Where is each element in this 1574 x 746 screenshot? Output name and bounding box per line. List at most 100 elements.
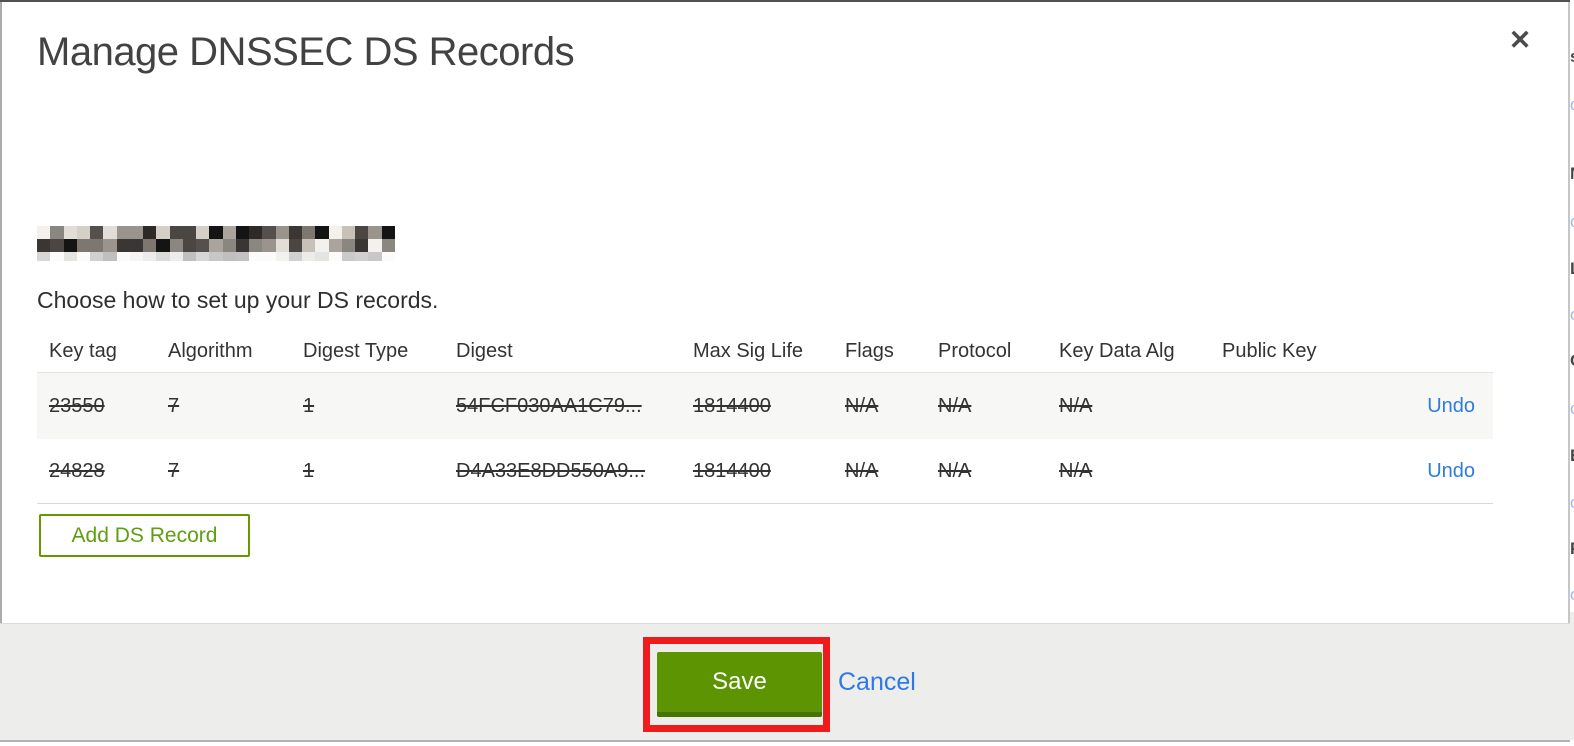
redaction-pixel: [209, 252, 223, 261]
save-button[interactable]: Save: [657, 652, 822, 717]
redaction-pixel: [156, 252, 170, 261]
cancel-link[interactable]: Cancel: [838, 668, 916, 697]
background-page-footer-sliver: [1570, 612, 1574, 740]
redaction-pixel: [315, 226, 329, 239]
redaction-pixel: [63, 239, 77, 252]
redaction-pixel: [50, 226, 64, 239]
modal-title: Manage DNSSEC DS Records: [37, 30, 575, 74]
redaction-pixel: [37, 252, 51, 261]
cell-flags: N/A: [845, 459, 879, 482]
window-left-border: [0, 2, 2, 623]
instruction-text: Choose how to set up your DS records.: [37, 287, 439, 313]
redaction-pixel: [37, 226, 51, 239]
redaction-pixel: [249, 252, 263, 261]
redaction-pixel: [116, 252, 130, 261]
redaction-pixel: [182, 239, 197, 252]
column-header-flags: Flags: [845, 339, 894, 362]
close-icon[interactable]: ✕: [1500, 22, 1540, 58]
background-text-fragment: o: [1570, 400, 1574, 417]
redaction-pixel: [341, 239, 356, 252]
redaction-pixel: [143, 239, 157, 252]
redaction-pixel: [76, 226, 91, 239]
redaction-pixel: [209, 226, 223, 239]
redaction-pixel: [368, 226, 382, 239]
column-header-digest-type: Digest Type: [303, 339, 409, 362]
redaction-pixel: [129, 252, 144, 261]
cell-digest-type: 1: [303, 394, 315, 417]
redaction-pixel: [103, 226, 117, 239]
redaction-pixel: [355, 252, 369, 261]
redaction-pixel: [196, 239, 210, 252]
redaction-pixel: [63, 226, 77, 239]
ds-records-table: Key tag Algorithm Digest Type Digest Max…: [37, 330, 1493, 504]
redaction-pixel: [143, 226, 157, 239]
background-text-fragment: E: [1570, 447, 1574, 464]
redaction-pixel: [222, 239, 236, 252]
redaction-pixel: [76, 252, 91, 261]
redaction-pixel: [50, 252, 64, 261]
cell-digest-type: 1: [303, 459, 315, 482]
undo-link[interactable]: Undo: [1427, 460, 1475, 482]
add-ds-record-button[interactable]: Add DS Record: [39, 514, 250, 557]
background-page-sliver: s d No Lo Co Eo Po: [1570, 0, 1574, 746]
cell-max-sig-life: 1814400: [693, 459, 771, 482]
background-text-fragment: P: [1570, 540, 1574, 557]
cell-algorithm: 7: [168, 394, 180, 417]
redaction-pixel: [249, 226, 263, 239]
background-text-fragment: d: [1570, 96, 1574, 113]
background-text-fragment: o: [1570, 213, 1574, 230]
redaction-pixel: [235, 226, 250, 239]
redaction-pixel: [262, 226, 276, 239]
window-top-border: [0, 0, 1574, 2]
redaction-pixel: [302, 226, 316, 239]
background-text-fragment: o: [1570, 494, 1574, 511]
redaction-pixel: [288, 226, 303, 239]
redaction-pixel: [275, 239, 289, 252]
redaction-pixel: [90, 239, 104, 252]
cell-flags: N/A: [845, 394, 879, 417]
column-header-key-tag: Key tag: [49, 339, 117, 362]
undo-link[interactable]: Undo: [1427, 395, 1475, 417]
column-header-key-data-alg: Key Data Alg: [1059, 339, 1175, 362]
redaction-pixel: [275, 252, 289, 261]
redaction-pixel: [90, 226, 104, 239]
redaction-pixel: [315, 239, 329, 252]
redaction-pixel: [63, 252, 77, 261]
background-text-fragment: N: [1570, 165, 1574, 182]
redaction-pixel: [90, 252, 104, 261]
redaction-pixel: [169, 226, 183, 239]
redaction-pixel: [209, 239, 223, 252]
redaction-pixel: [169, 252, 183, 261]
redaction-pixel: [328, 226, 342, 239]
redaction-pixel: [288, 252, 303, 261]
redaction-pixel: [262, 239, 276, 252]
redaction-pixel: [341, 252, 356, 261]
background-text-fragment: L: [1570, 260, 1574, 277]
column-header-max-sig-life: Max Sig Life: [693, 339, 804, 362]
cell-digest: D4A33E8DD550A9...: [456, 459, 646, 482]
redaction-pixel: [196, 252, 210, 261]
cell-actions: Undo: [1359, 460, 1475, 483]
redaction-pixel: [222, 252, 236, 261]
redaction-pixel: [182, 252, 197, 261]
redacted-domain-name: [37, 226, 395, 261]
redaction-pixel: [328, 239, 342, 252]
redaction-pixel: [302, 239, 316, 252]
cell-key-tag: 24828: [49, 459, 105, 482]
redaction-pixel: [103, 239, 117, 252]
background-text-fragment: s: [1570, 48, 1574, 65]
cell-actions: Undo: [1359, 395, 1475, 418]
cell-key-data-alg: N/A: [1059, 459, 1093, 482]
redaction-pixel: [103, 252, 117, 261]
redaction-pixel: [355, 239, 369, 252]
redaction-pixel: [302, 252, 316, 261]
redaction-pixel: [275, 226, 289, 239]
redaction-pixel: [381, 239, 395, 252]
window-bottom-border: [0, 740, 1570, 742]
column-header-algorithm: Algorithm: [168, 339, 253, 362]
redaction-pixel: [169, 239, 183, 252]
cell-algorithm: 7: [168, 459, 180, 482]
redaction-pixel: [222, 226, 236, 239]
background-text-fragment: o: [1570, 306, 1574, 323]
redaction-pixel: [196, 226, 210, 239]
